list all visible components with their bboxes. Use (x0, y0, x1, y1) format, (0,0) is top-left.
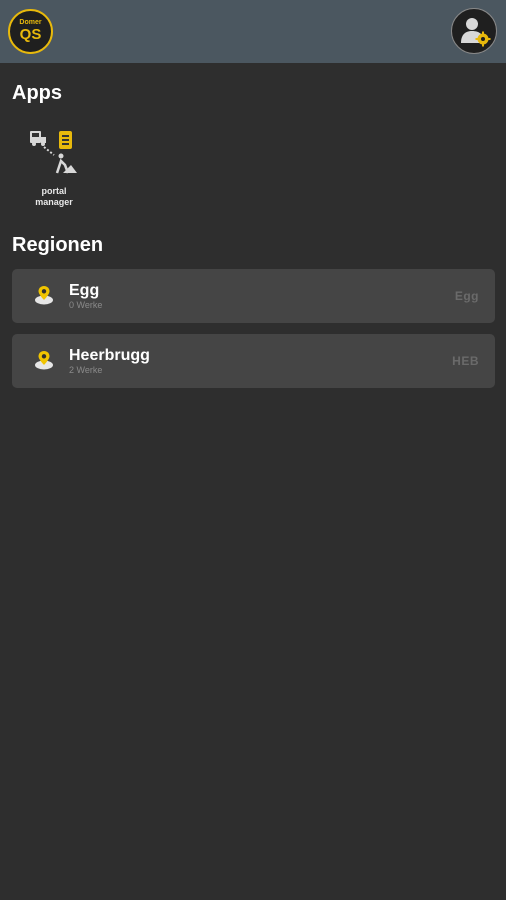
region-name: Egg (69, 282, 100, 299)
region-code: Egg (454, 289, 479, 303)
region-card-heerbrugg[interactable]: Heerbrugg 2 Werke HEB (12, 334, 495, 388)
top-app-bar: Domer QS (0, 0, 506, 63)
logo-main-text: QS (19, 26, 42, 43)
region-code: HEB (452, 354, 479, 368)
region-subtitle: 2 Werke (69, 365, 103, 375)
app-label-line1: portal (41, 186, 67, 196)
region-subtitle: 0 Werke (69, 300, 103, 310)
location-pin-icon (35, 351, 53, 370)
regions-heading: Regionen (12, 234, 104, 256)
region-card-egg[interactable]: Egg 0 Werke Egg (12, 269, 495, 323)
portal-manager-icon (30, 131, 77, 174)
region-name: Heerbrugg (69, 347, 150, 364)
profile-settings-button[interactable] (451, 8, 497, 54)
apps-heading: Apps (12, 82, 62, 104)
user-settings-icon (461, 18, 491, 47)
app-label-line2: manager (35, 197, 73, 207)
location-pin-icon (35, 286, 53, 305)
app-label: portal manager (18, 186, 90, 208)
app-logo[interactable]: Domer QS (8, 9, 53, 54)
app-tile-portal-manager[interactable]: portal manager (18, 125, 90, 215)
